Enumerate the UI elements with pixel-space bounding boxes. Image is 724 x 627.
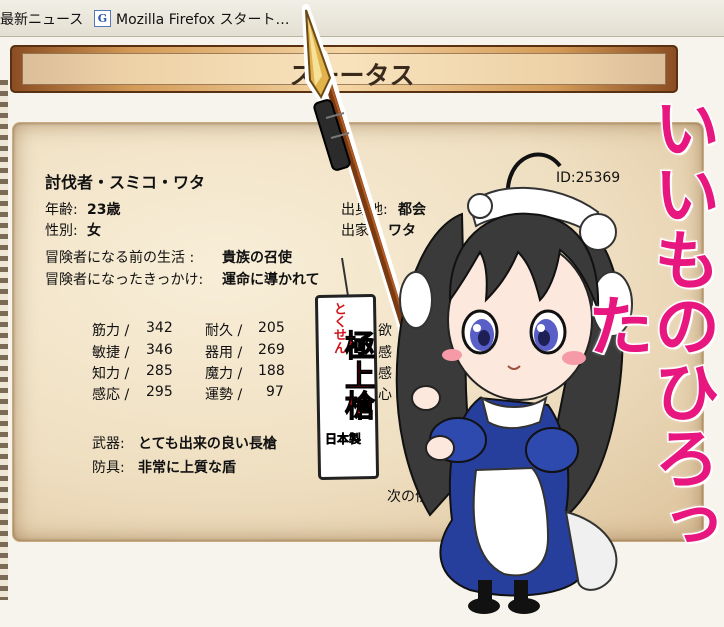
tag-main-text: 極上槍 xyxy=(339,330,375,421)
tag-bottom-text: 日本製 xyxy=(325,432,362,447)
overlay-caption: いいものひろった xyxy=(576,93,722,558)
